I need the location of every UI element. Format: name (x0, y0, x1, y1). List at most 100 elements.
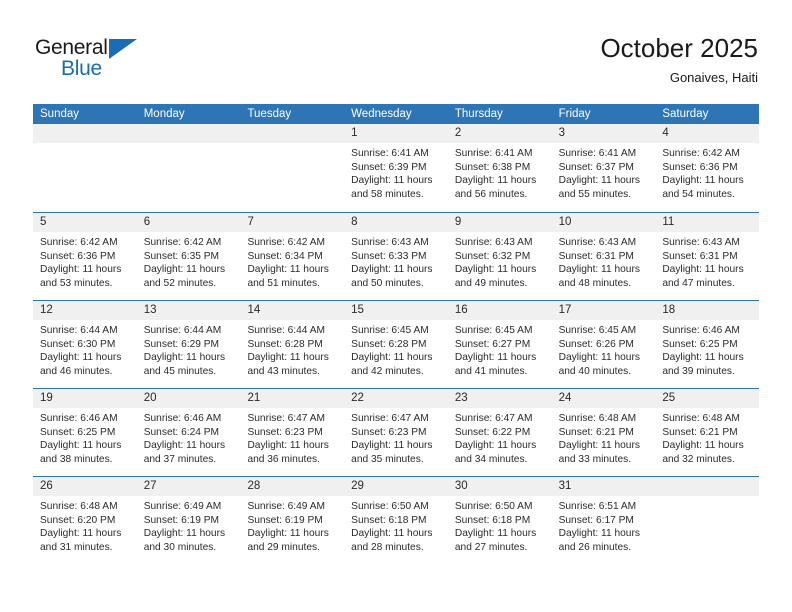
day-number: 31 (558, 480, 572, 492)
sunset-text: Sunset: 6:31 PM (558, 250, 634, 262)
day-cell[interactable]: 9 Sunrise: 6:43 AM Sunset: 6:32 PM Dayli… (447, 213, 552, 300)
daylight-text-line1: Daylight: 11 hours (40, 264, 122, 276)
day-details: Sunrise: 6:43 AM Sunset: 6:32 PM Dayligh… (448, 232, 552, 290)
day-cell[interactable]: 6 Sunrise: 6:42 AM Sunset: 6:35 PM Dayli… (136, 213, 241, 300)
day-number-strip: 2 (447, 124, 552, 143)
day-cell[interactable]: 28 Sunrise: 6:49 AM Sunset: 6:19 PM Dayl… (240, 477, 345, 564)
daylight-text-line2: and 50 minutes. (351, 277, 424, 289)
day-number-strip: 1 (344, 124, 448, 143)
day-cell[interactable]: 30 Sunrise: 6:50 AM Sunset: 6:18 PM Dayl… (447, 477, 552, 564)
day-cell[interactable]: 16 Sunrise: 6:45 AM Sunset: 6:27 PM Dayl… (447, 301, 552, 388)
day-cell[interactable]: 5 Sunrise: 6:42 AM Sunset: 6:36 PM Dayli… (33, 213, 137, 300)
sunrise-text: Sunrise: 6:43 AM (558, 237, 637, 248)
day-cell[interactable]: 29 Sunrise: 6:50 AM Sunset: 6:18 PM Dayl… (344, 477, 448, 564)
sunset-text: Sunset: 6:33 PM (351, 250, 427, 262)
day-details: Sunrise: 6:47 AM Sunset: 6:22 PM Dayligh… (448, 408, 552, 466)
day-cell[interactable]: 12 Sunrise: 6:44 AM Sunset: 6:30 PM Dayl… (33, 301, 137, 388)
day-number: 10 (558, 216, 572, 228)
day-cell[interactable]: 24 Sunrise: 6:48 AM Sunset: 6:21 PM Dayl… (551, 389, 656, 476)
day-number: 13 (143, 304, 157, 316)
day-number-strip: 11 (655, 213, 760, 232)
daylight-text-line1: Daylight: 11 hours (351, 175, 433, 187)
sunrise-text: Sunrise: 6:46 AM (143, 413, 222, 424)
sunrise-text: Sunrise: 6:42 AM (40, 237, 118, 248)
day-cell[interactable]: 25 Sunrise: 6:48 AM Sunset: 6:21 PM Dayl… (655, 389, 760, 476)
sunrise-text: Sunrise: 6:48 AM (558, 413, 637, 424)
title-block: October 2025 Gonaives, Haiti (600, 32, 758, 87)
day-cell[interactable]: 31 Sunrise: 6:51 AM Sunset: 6:17 PM Dayl… (551, 477, 656, 564)
day-cell[interactable]: 1 Sunrise: 6:41 AM Sunset: 6:39 PM Dayli… (344, 124, 448, 212)
day-details: Sunrise: 6:43 AM Sunset: 6:31 PM Dayligh… (655, 232, 759, 290)
sunrise-text: Sunrise: 6:41 AM (558, 148, 637, 159)
week-row: 5 Sunrise: 6:42 AM Sunset: 6:36 PM Dayli… (33, 212, 760, 300)
day-details: Sunrise: 6:46 AM Sunset: 6:24 PM Dayligh… (137, 408, 241, 466)
day-cell (33, 124, 137, 212)
day-cell[interactable]: 2 Sunrise: 6:41 AM Sunset: 6:38 PM Dayli… (447, 124, 552, 212)
day-details: Sunrise: 6:45 AM Sunset: 6:26 PM Dayligh… (552, 320, 656, 378)
day-number-strip: 7 (240, 213, 345, 232)
sunrise-text: Sunrise: 6:48 AM (662, 413, 740, 424)
day-details: Sunrise: 6:46 AM Sunset: 6:25 PM Dayligh… (33, 408, 137, 466)
day-number-strip: 16 (447, 301, 552, 320)
day-number: 15 (351, 304, 364, 316)
daylight-text-line2: and 40 minutes. (558, 365, 632, 377)
daylight-text-line1: Daylight: 11 hours (247, 440, 329, 452)
sunset-text: Sunset: 6:38 PM (454, 161, 531, 173)
day-details (655, 496, 759, 500)
day-number: 6 (143, 216, 151, 228)
sunrise-text: Sunrise: 6:41 AM (454, 148, 533, 159)
day-cell[interactable]: 14 Sunrise: 6:44 AM Sunset: 6:28 PM Dayl… (240, 301, 345, 388)
day-cell[interactable]: 20 Sunrise: 6:46 AM Sunset: 6:24 PM Dayl… (136, 389, 241, 476)
day-details: Sunrise: 6:45 AM Sunset: 6:27 PM Dayligh… (448, 320, 552, 378)
day-cell[interactable]: 3 Sunrise: 6:41 AM Sunset: 6:37 PM Dayli… (551, 124, 656, 212)
day-number: 28 (247, 480, 261, 492)
day-number: 2 (454, 127, 462, 139)
day-cell[interactable]: 26 Sunrise: 6:48 AM Sunset: 6:20 PM Dayl… (33, 477, 137, 564)
day-details: Sunrise: 6:41 AM Sunset: 6:37 PM Dayligh… (552, 143, 656, 201)
daylight-text-line2: and 43 minutes. (247, 365, 320, 377)
day-number-strip: 9 (447, 213, 552, 232)
sunrise-text: Sunrise: 6:47 AM (247, 413, 326, 424)
day-number: 4 (662, 127, 669, 139)
sunrise-text: Sunrise: 6:43 AM (454, 237, 533, 248)
sunrise-text: Sunrise: 6:43 AM (351, 237, 429, 248)
day-number-strip: 25 (655, 389, 760, 408)
day-number-strip: 23 (447, 389, 552, 408)
day-cell[interactable]: 21 Sunrise: 6:47 AM Sunset: 6:23 PM Dayl… (240, 389, 345, 476)
day-number-strip: 10 (551, 213, 656, 232)
daylight-text-line2: and 58 minutes. (351, 188, 424, 200)
day-cell[interactable]: 23 Sunrise: 6:47 AM Sunset: 6:22 PM Dayl… (447, 389, 552, 476)
daylight-text-line2: and 28 minutes. (351, 541, 424, 553)
day-cell[interactable]: 13 Sunrise: 6:44 AM Sunset: 6:29 PM Dayl… (136, 301, 241, 388)
weekday-header-sunday: Sunday (40, 108, 80, 120)
day-cell[interactable]: 18 Sunrise: 6:46 AM Sunset: 6:25 PM Dayl… (655, 301, 760, 388)
day-cell[interactable]: 17 Sunrise: 6:45 AM Sunset: 6:26 PM Dayl… (551, 301, 656, 388)
day-number: 16 (454, 304, 468, 316)
day-number-strip: 12 (33, 301, 137, 320)
day-number: 11 (662, 216, 675, 228)
generalblue-logo[interactable]: General Blue (35, 36, 155, 82)
daylight-text-line1: Daylight: 11 hours (454, 264, 537, 276)
day-number-strip: 8 (344, 213, 448, 232)
day-details: Sunrise: 6:50 AM Sunset: 6:18 PM Dayligh… (344, 496, 448, 554)
day-cell[interactable]: 11 Sunrise: 6:43 AM Sunset: 6:31 PM Dayl… (655, 213, 760, 300)
day-number: 20 (143, 392, 157, 404)
day-cell (240, 124, 345, 212)
daylight-text-line1: Daylight: 11 hours (143, 352, 226, 364)
daylight-text-line1: Daylight: 11 hours (351, 264, 433, 276)
daylight-text-line2: and 53 minutes. (40, 277, 113, 289)
weekday-header-row: Sunday Monday Tuesday Wednesday Thursday… (33, 104, 759, 124)
day-cell[interactable]: 22 Sunrise: 6:47 AM Sunset: 6:23 PM Dayl… (344, 389, 448, 476)
sunrise-text: Sunrise: 6:42 AM (662, 148, 740, 159)
day-number-strip (33, 124, 137, 143)
day-cell[interactable]: 10 Sunrise: 6:43 AM Sunset: 6:31 PM Dayl… (551, 213, 656, 300)
sunrise-text: Sunrise: 6:44 AM (40, 325, 118, 336)
day-cell[interactable]: 19 Sunrise: 6:46 AM Sunset: 6:25 PM Dayl… (33, 389, 137, 476)
day-number-strip: 15 (344, 301, 448, 320)
day-cell[interactable]: 15 Sunrise: 6:45 AM Sunset: 6:28 PM Dayl… (344, 301, 448, 388)
day-cell[interactable]: 27 Sunrise: 6:49 AM Sunset: 6:19 PM Dayl… (136, 477, 241, 564)
day-cell[interactable]: 4 Sunrise: 6:42 AM Sunset: 6:36 PM Dayli… (655, 124, 760, 212)
day-cell[interactable]: 8 Sunrise: 6:43 AM Sunset: 6:33 PM Dayli… (344, 213, 448, 300)
day-cell[interactable]: 7 Sunrise: 6:42 AM Sunset: 6:34 PM Dayli… (240, 213, 345, 300)
day-details (33, 143, 137, 147)
